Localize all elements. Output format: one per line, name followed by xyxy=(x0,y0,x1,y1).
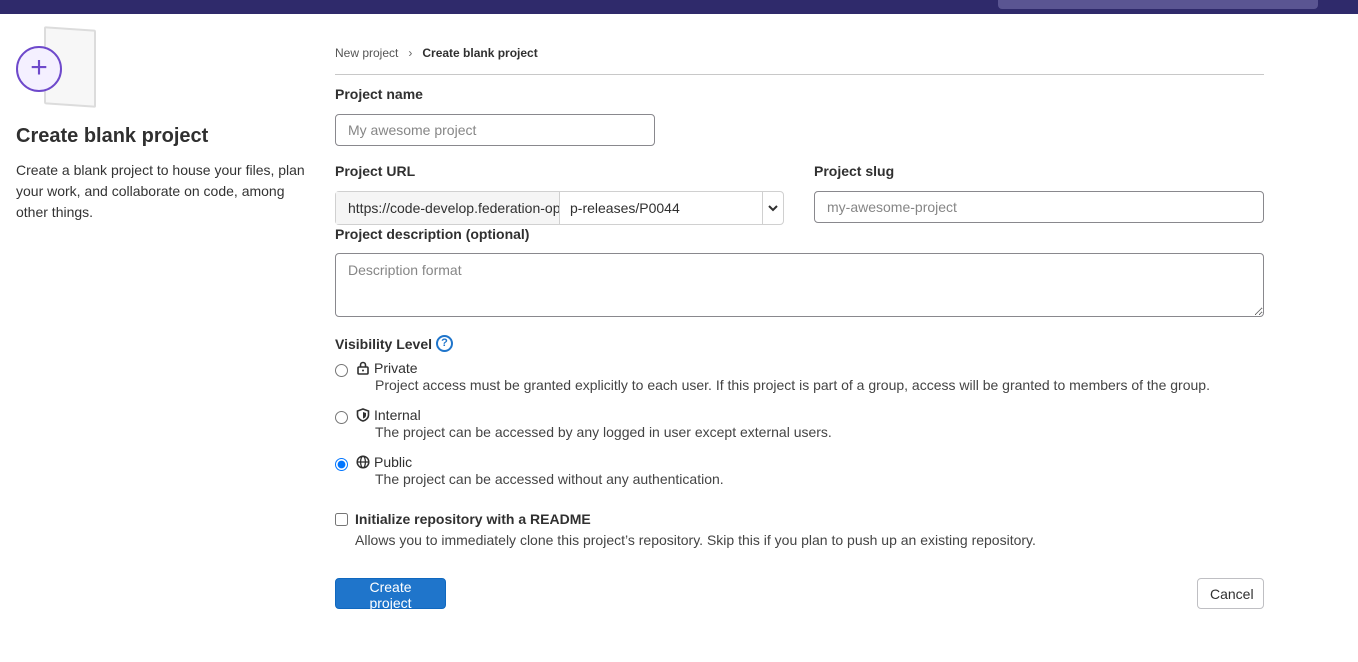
plus-icon: + xyxy=(16,46,62,92)
visibility-title-public: Public xyxy=(356,454,412,470)
project-description-group: Project description (optional) xyxy=(335,226,1264,317)
namespace-dropdown-toggle[interactable] xyxy=(762,192,783,224)
create-project-button[interactable]: Create project xyxy=(335,578,446,611)
project-url-prefix: https://code-develop.federation-op xyxy=(336,192,560,224)
visibility-title-private: Private xyxy=(356,360,418,376)
readme-group: Initialize repository with a README Allo… xyxy=(335,511,1036,548)
visibility-public-label: Public xyxy=(374,454,413,470)
project-slug-group: Project slug xyxy=(814,163,1264,223)
page-title: Create blank project xyxy=(16,125,209,147)
project-description-label: Project description (optional) xyxy=(335,226,530,242)
lock-icon xyxy=(357,361,369,375)
visibility-option-private: Private Project access must be granted e… xyxy=(335,352,1264,399)
visibility-level-group: Visibility Level ? Private Project acces… xyxy=(335,335,1264,493)
project-url-group: Project URL https://code-develop.federat… xyxy=(335,163,784,225)
project-name-label: Project name xyxy=(335,86,423,102)
search-bar[interactable] xyxy=(998,0,1318,9)
project-slug-label: Project slug xyxy=(814,163,895,179)
shield-icon xyxy=(356,408,370,422)
question-help-icon[interactable]: ? xyxy=(436,335,454,352)
visibility-internal-description: The project can be accessed by any logge… xyxy=(375,424,832,440)
blank-project-illustration: + xyxy=(16,26,98,108)
chevron-right-icon: › xyxy=(408,46,413,60)
visibility-private-description: Project access must be granted explicitl… xyxy=(375,377,1210,393)
visibility-radio-private[interactable] xyxy=(335,364,348,377)
divider xyxy=(335,74,1264,75)
project-url-label: Project URL xyxy=(335,163,416,179)
visibility-title-internal: Internal xyxy=(356,407,421,423)
project-name-input[interactable] xyxy=(335,114,655,146)
visibility-option-public: Public The project can be accessed witho… xyxy=(335,446,1264,493)
readme-checkbox[interactable] xyxy=(335,512,348,526)
visibility-radio-public[interactable] xyxy=(335,458,348,471)
visibility-option-internal: Internal The project can be accessed by … xyxy=(335,399,1264,446)
visibility-internal-label: Internal xyxy=(374,407,421,423)
readme-label: Initialize repository with a README xyxy=(355,511,591,527)
info-panel: + Create blank project Create a blank pr… xyxy=(16,26,306,223)
chevron-down-icon xyxy=(768,204,778,211)
visibility-label: Visibility Level xyxy=(335,335,433,352)
cancel-button[interactable]: Cancel xyxy=(1197,578,1264,609)
breadcrumb-current: Create blank project xyxy=(422,46,538,60)
project-slug-input[interactable] xyxy=(814,191,1264,223)
readme-row: Initialize repository with a README xyxy=(335,511,1036,527)
breadcrumb-new-project[interactable]: New project xyxy=(335,46,398,60)
project-url-input-group: https://code-develop.federation-op p-rel… xyxy=(335,191,784,225)
readme-description: Allows you to immediately clone this pro… xyxy=(355,532,1036,548)
visibility-header: Visibility Level ? xyxy=(335,335,1264,352)
project-name-group: Project name xyxy=(335,86,655,146)
namespace-select[interactable]: p-releases/P0044 xyxy=(560,192,762,224)
breadcrumb: New project › Create blank project xyxy=(335,44,1264,62)
top-navbar xyxy=(0,0,1358,14)
visibility-radio-internal[interactable] xyxy=(335,411,348,424)
visibility-public-description: The project can be accessed without any … xyxy=(375,471,724,487)
project-description-textarea[interactable] xyxy=(335,253,1264,317)
visibility-private-label: Private xyxy=(374,360,418,376)
page-description: Create a blank project to house your fil… xyxy=(16,162,305,220)
globe-icon xyxy=(356,455,370,469)
new-project-form: New project › Create blank project Proje… xyxy=(335,44,1264,611)
